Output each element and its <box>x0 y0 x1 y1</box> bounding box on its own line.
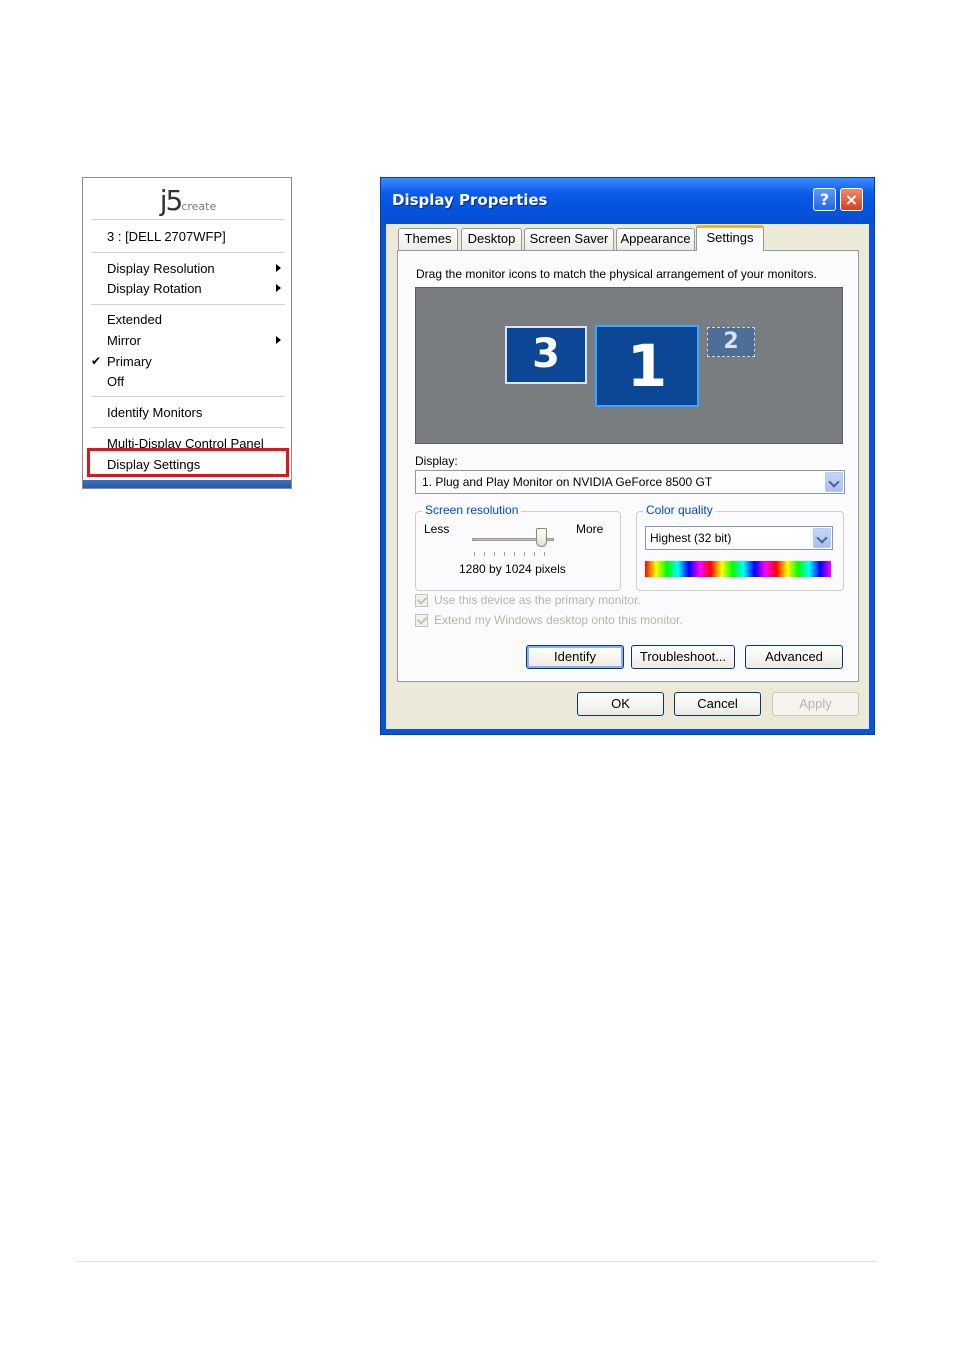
primary-monitor-checkbox-label: Use this device as the primary monitor. <box>434 593 641 607</box>
logo-sub: create <box>181 200 217 213</box>
screen-resolution-title: Screen resolution <box>422 503 522 517</box>
color-quality-dropdown[interactable]: Highest (32 bit) <box>645 526 833 550</box>
monitor-arrangement-area[interactable]: 3 1 2 <box>415 287 843 444</box>
apply-button[interactable]: Apply <box>772 692 859 716</box>
color-quality-title: Color quality <box>643 503 716 517</box>
resolution-more-label: More <box>576 522 604 536</box>
extend-desktop-checkbox-label: Extend my Windows desktop onto this moni… <box>434 613 683 627</box>
display-properties-dialog: Display Properties ? × Themes Desktop Sc… <box>380 177 875 735</box>
submenu-arrow-icon <box>276 336 281 344</box>
resolution-slider-ticks <box>474 552 554 556</box>
advanced-button[interactable]: Advanced <box>745 645 843 669</box>
dialog-client-area: Themes Desktop Screen Saver Appearance S… <box>386 224 869 729</box>
menu-item-display-rotation[interactable]: Display Rotation <box>107 281 202 296</box>
tab-themes[interactable]: Themes <box>398 228 458 250</box>
dialog-title: Display Properties <box>392 191 548 209</box>
menu-separator <box>91 396 285 397</box>
title-bar[interactable]: Display Properties ? × <box>381 178 874 224</box>
arrangement-instruction: Drag the monitor icons to match the phys… <box>416 267 817 281</box>
menu-item-display-resolution[interactable]: Display Resolution <box>107 261 215 276</box>
checkmark-icon: ✔ <box>91 354 102 368</box>
taskbar-strip <box>83 480 291 488</box>
menu-separator <box>91 304 285 305</box>
menu-separator <box>91 219 285 220</box>
resolution-value: 1280 by 1024 pixels <box>459 562 566 576</box>
display-dropdown[interactable]: 1. Plug and Play Monitor on NVIDIA GeFor… <box>415 470 845 494</box>
submenu-arrow-icon <box>276 284 281 292</box>
menu-body: j5create 3 : [DELL 2707WFP] Display Reso… <box>89 182 287 480</box>
screen-resolution-group: Screen resolution Less More 1280 by 1024… <box>415 503 621 591</box>
menu-item-off[interactable]: Off <box>107 374 124 389</box>
close-button[interactable]: × <box>840 188 863 211</box>
color-spectrum-bar <box>645 561 831 577</box>
menu-item-extended[interactable]: Extended <box>107 312 162 327</box>
logo-main: j5 <box>159 184 184 217</box>
menu-separator <box>91 427 285 428</box>
menu-item-monitor[interactable]: 3 : [DELL 2707WFP] <box>107 229 226 244</box>
resolution-less-label: Less <box>424 522 450 536</box>
cancel-button[interactable]: Cancel <box>674 692 761 716</box>
chevron-down-icon[interactable] <box>813 528 831 548</box>
tab-screen-saver[interactable]: Screen Saver <box>524 228 614 250</box>
resolution-slider-thumb[interactable] <box>535 528 547 547</box>
extend-desktop-checkbox[interactable] <box>415 614 428 627</box>
menu-separator <box>91 252 285 253</box>
color-quality-value: Highest (32 bit) <box>650 531 732 545</box>
monitor-3-icon[interactable]: 3 <box>505 326 587 384</box>
tab-desktop[interactable]: Desktop <box>461 228 522 250</box>
display-dropdown-value: 1. Plug and Play Monitor on NVIDIA GeFor… <box>422 475 713 489</box>
j5-context-menu: j5create 3 : [DELL 2707WFP] Display Reso… <box>82 177 292 489</box>
primary-monitor-checkbox[interactable] <box>415 594 428 607</box>
color-quality-group: Color quality Highest (32 bit) <box>636 503 844 591</box>
monitor-1-icon[interactable]: 1 <box>595 325 699 407</box>
chevron-down-icon[interactable] <box>825 472 843 492</box>
j5create-logo: j5create <box>89 184 287 217</box>
menu-item-mirror[interactable]: Mirror <box>107 333 141 348</box>
help-icon: ? <box>819 190 830 209</box>
settings-tab-panel: Drag the monitor icons to match the phys… <box>397 250 859 682</box>
help-button[interactable]: ? <box>813 188 836 211</box>
display-label: Display: <box>415 454 458 468</box>
tab-settings[interactable]: Settings <box>696 225 764 251</box>
ok-button[interactable]: OK <box>577 692 664 716</box>
troubleshoot-button[interactable]: Troubleshoot... <box>631 645 735 669</box>
menu-item-primary[interactable]: Primary <box>107 354 152 369</box>
monitor-2-icon[interactable]: 2 <box>707 327 755 357</box>
tab-appearance[interactable]: Appearance <box>616 228 695 250</box>
display-settings-highlight-box <box>87 448 289 477</box>
identify-button[interactable]: Identify <box>526 645 624 669</box>
footer-divider <box>77 1261 877 1262</box>
close-icon: × <box>844 190 859 209</box>
submenu-arrow-icon <box>276 264 281 272</box>
menu-item-identify-monitors[interactable]: Identify Monitors <box>107 405 202 420</box>
